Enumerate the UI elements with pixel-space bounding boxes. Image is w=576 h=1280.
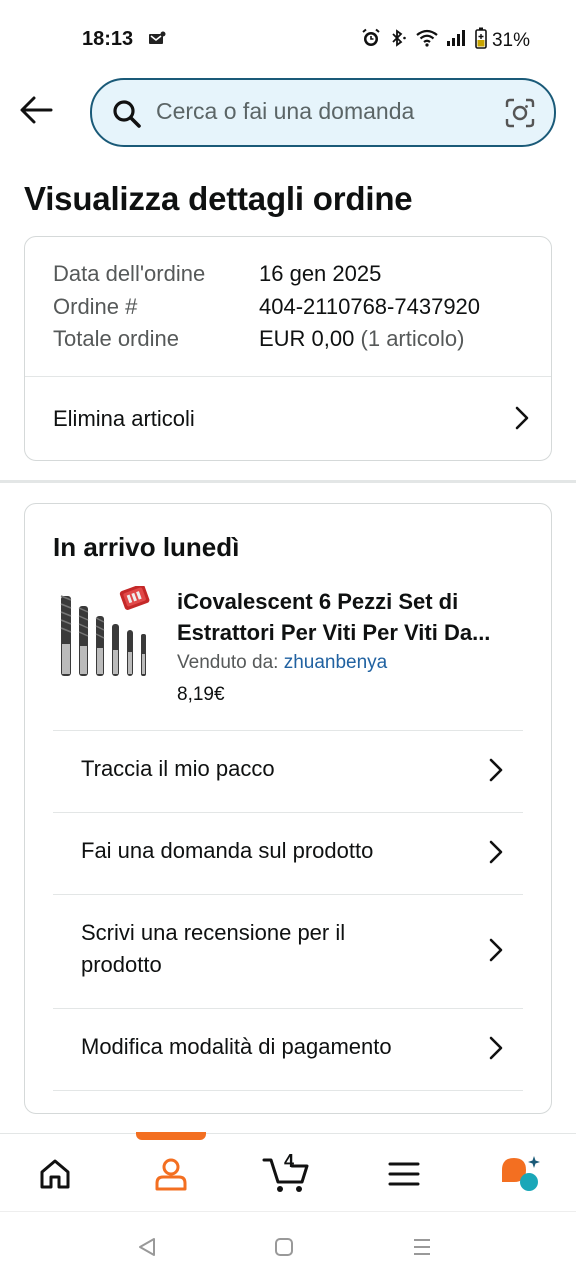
product-title-line2: Estrattori Per Viti Per Viti Da...: [177, 620, 491, 645]
divider: [53, 1090, 523, 1091]
order-total-items: (1 articolo): [360, 326, 465, 351]
product-image[interactable]: [55, 583, 155, 690]
rufus-icon: [502, 1156, 540, 1191]
product-title[interactable]: iCovalescent 6 Pezzi Set di Estrattori P…: [177, 586, 532, 648]
nav-home[interactable]: [31, 1150, 79, 1198]
search-input[interactable]: [156, 98, 476, 125]
search-icon[interactable]: [112, 99, 142, 134]
triangle-back-icon: [139, 1238, 155, 1256]
delete-items-label: Elimina articoli: [53, 406, 195, 431]
bottom-nav: 4: [0, 1132, 576, 1211]
write-review-button[interactable]: Scrivi una recensione per il prodotto: [53, 894, 523, 1008]
order-total-value: EUR 0,00 (1 articolo): [259, 326, 464, 352]
signal-icon: [446, 29, 468, 52]
seller-label: Venduto da:: [177, 652, 279, 673]
chevron-right-icon: [489, 938, 503, 967]
back-arrow-icon: [20, 96, 53, 124]
status-time: 18:13: [82, 28, 134, 50]
order-summary-card: Data dell'ordine 16 gen 2025 Ordine # 40…: [24, 236, 552, 461]
chevron-right-icon: [489, 758, 503, 787]
recents-icon: [414, 1239, 430, 1255]
chevron-right-icon: [489, 1036, 503, 1065]
nav-rufus[interactable]: [496, 1150, 544, 1198]
home-icon: [40, 1159, 70, 1189]
page-title: Visualizza dettagli ordine: [24, 180, 413, 217]
active-tab-indicator: [136, 1132, 206, 1140]
system-home-button[interactable]: [271, 1234, 297, 1260]
product-price: 8,19€: [177, 684, 225, 705]
cart-count: 4: [284, 1151, 295, 1171]
alarm-icon: [361, 28, 381, 53]
chevron-right-icon: [515, 406, 529, 435]
action-label: Scrivi una recensione per il prodotto: [81, 920, 346, 977]
notification-icon: [148, 31, 166, 52]
camera-search-icon[interactable]: [504, 97, 536, 134]
search-bar[interactable]: [90, 78, 556, 147]
action-label: Fai una domanda sul prodotto: [81, 838, 374, 863]
system-back-button[interactable]: [134, 1234, 160, 1260]
chevron-right-icon: [489, 840, 503, 869]
system-recents-button[interactable]: [409, 1234, 435, 1260]
order-date-label: Data dell'ordine: [53, 261, 206, 286]
order-total-label: Totale ordine: [53, 326, 179, 351]
seller-link[interactable]: zhuanbenya: [284, 652, 388, 673]
section-separator: [0, 480, 576, 483]
bluetooth-icon: [388, 28, 408, 53]
system-nav-bar: [0, 1211, 576, 1280]
battery-icon: [475, 27, 487, 54]
status-bar: 18:13 31%: [0, 0, 576, 80]
order-number-value: 404-2110768-7437920: [259, 294, 481, 319]
product-title-line1: iCovalescent 6 Pezzi Set di: [177, 589, 459, 614]
delivery-card: In arrivo lunedì iCovalescent 6 Pezzi Se…: [24, 503, 552, 1114]
order-total-amount: EUR 0,00: [259, 326, 355, 351]
change-payment-button[interactable]: Modifica modalità di pagamento: [53, 1008, 523, 1090]
status-icons: 31%: [361, 27, 530, 54]
back-button[interactable]: [16, 90, 56, 130]
delete-items-link[interactable]: Elimina articoli: [25, 377, 551, 461]
nav-menu[interactable]: [380, 1150, 428, 1198]
order-number-label: Ordine #: [53, 294, 138, 319]
nav-account[interactable]: [147, 1150, 195, 1198]
seller-line: Venduto da: zhuanbenya: [177, 652, 387, 674]
wifi-icon: [415, 28, 439, 53]
battery-percent: 31%: [491, 29, 530, 51]
ask-product-question-button[interactable]: Fai una domanda sul prodotto: [53, 812, 523, 894]
square-home-icon: [275, 1238, 293, 1256]
menu-icon: [388, 1162, 420, 1186]
order-date-value: 16 gen 2025: [259, 261, 382, 286]
track-package-button[interactable]: Traccia il mio pacco: [53, 730, 523, 812]
delivery-title: In arrivo lunedì: [53, 532, 240, 562]
action-label: Modifica modalità di pagamento: [81, 1034, 392, 1059]
action-label: Traccia il mio pacco: [81, 756, 275, 781]
account-icon: [155, 1158, 187, 1191]
